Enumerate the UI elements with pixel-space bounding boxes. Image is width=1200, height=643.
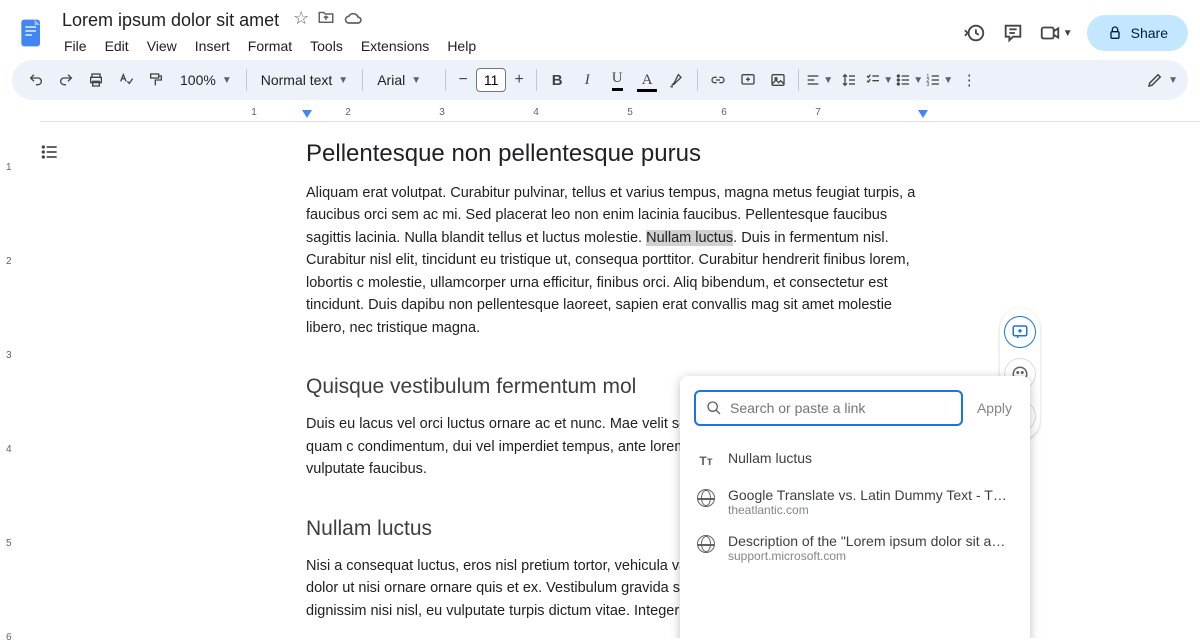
redo-button[interactable] — [52, 66, 80, 94]
docs-logo[interactable] — [12, 13, 52, 53]
menu-insert[interactable]: Insert — [187, 34, 238, 58]
checklist-dropdown[interactable]: ▼ — [865, 66, 893, 94]
italic-button[interactable]: I — [573, 66, 601, 94]
menu-extensions[interactable]: Extensions — [353, 34, 437, 58]
undo-button[interactable] — [22, 66, 50, 94]
horizontal-ruler[interactable]: 1 2 3 4 5 6 7 — [40, 106, 1200, 122]
comments-icon[interactable] — [1001, 21, 1025, 45]
cloud-status-icon[interactable] — [343, 8, 363, 33]
menu-bar: File Edit View Insert Format Tools Exten… — [56, 34, 963, 58]
selected-text: Nullam luctus — [646, 230, 733, 246]
numbered-list-dropdown[interactable]: 123▼ — [925, 66, 953, 94]
toolbar: 100%▼ Normal text▼ Arial▼ − + B I U A ▼ … — [12, 60, 1188, 100]
insert-image-button[interactable] — [764, 66, 792, 94]
svg-text:3: 3 — [927, 82, 930, 88]
text-color-button[interactable]: A — [633, 66, 661, 94]
zoom-dropdown[interactable]: 100%▼ — [172, 72, 240, 88]
menu-tools[interactable]: Tools — [302, 34, 351, 58]
align-dropdown[interactable]: ▼ — [805, 66, 833, 94]
menu-edit[interactable]: Edit — [97, 34, 137, 58]
menu-format[interactable]: Format — [240, 34, 300, 58]
star-icon[interactable]: ☆ — [293, 8, 309, 33]
add-comment-pill[interactable] — [1004, 316, 1036, 348]
left-indent-marker[interactable] — [302, 110, 312, 118]
paragraph[interactable]: Aliquam erat volutpat. Curabitur pulvina… — [306, 182, 926, 339]
paint-format-button[interactable] — [142, 66, 170, 94]
link-search-box[interactable] — [694, 390, 963, 426]
apply-link-button[interactable]: Apply — [973, 394, 1016, 422]
underline-button[interactable]: U — [603, 66, 631, 94]
vertical-ruler[interactable]: 1 2 3 4 5 6 — [0, 122, 40, 638]
move-icon[interactable] — [317, 8, 335, 33]
link-suggestion-web[interactable]: Google Translate vs. Latin Dummy Text - … — [696, 479, 1014, 525]
text-icon: Tᴛ — [696, 451, 716, 471]
menu-help[interactable]: Help — [439, 34, 484, 58]
add-comment-button[interactable] — [734, 66, 762, 94]
link-search-input[interactable] — [730, 400, 951, 416]
font-size-input[interactable] — [476, 68, 506, 92]
history-icon[interactable] — [963, 21, 987, 45]
link-suggestion-web[interactable]: Description of the "Lorem ipsum dolor si… — [696, 525, 1014, 571]
meet-icon[interactable]: ▼ — [1039, 21, 1073, 45]
insert-link-button[interactable] — [704, 66, 732, 94]
bulleted-list-dropdown[interactable]: ▼ — [895, 66, 923, 94]
globe-icon — [696, 534, 716, 554]
menu-view[interactable]: View — [139, 34, 185, 58]
more-toolbar-button[interactable]: ⋮ — [955, 66, 983, 94]
heading-1[interactable]: Pellentesque non pellentesque purus — [306, 140, 976, 168]
link-suggestion-text[interactable]: Tᴛ Nullam luctus — [696, 442, 1014, 479]
bold-button[interactable]: B — [543, 66, 571, 94]
right-indent-marker[interactable] — [918, 110, 928, 118]
print-button[interactable] — [82, 66, 110, 94]
globe-icon — [696, 488, 716, 508]
increase-font-size[interactable]: + — [508, 69, 530, 91]
insert-link-popup: Apply Tᴛ Nullam luctus Google Translate … — [680, 376, 1030, 638]
search-icon — [706, 400, 722, 416]
share-label: Share — [1131, 25, 1168, 41]
menu-file[interactable]: File — [56, 34, 95, 58]
font-dropdown[interactable]: Arial▼ — [369, 72, 439, 88]
share-button[interactable]: Share — [1087, 15, 1188, 51]
line-spacing-button[interactable] — [835, 66, 863, 94]
highlight-button[interactable] — [663, 66, 691, 94]
editing-mode-dropdown[interactable]: ▼ — [1146, 71, 1178, 89]
paragraph-style-dropdown[interactable]: Normal text▼ — [253, 72, 356, 88]
spellcheck-button[interactable] — [112, 66, 140, 94]
doc-title[interactable]: Lorem ipsum dolor sit amet — [56, 8, 285, 33]
decrease-font-size[interactable]: − — [452, 69, 474, 91]
